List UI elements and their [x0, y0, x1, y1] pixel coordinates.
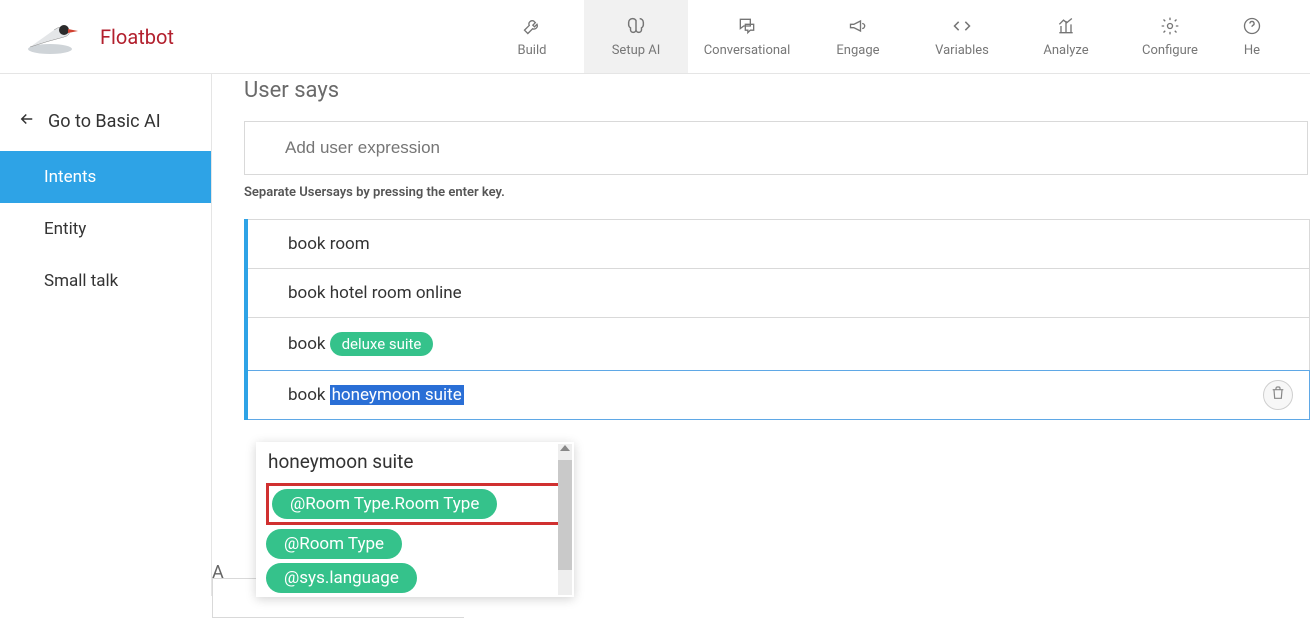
nav-label: Engage [836, 43, 879, 58]
sidebar-item-entity[interactable]: Entity [0, 203, 211, 255]
wrench-icon [522, 15, 542, 37]
arrow-left-icon [18, 110, 36, 133]
nav-help[interactable]: He [1222, 0, 1282, 73]
help-icon [1242, 15, 1262, 37]
entity-dropdown: honeymoon suite @Room Type.Room Type @Ro… [256, 442, 574, 597]
nav-label: Conversational [704, 43, 791, 58]
usersays-list: book room book hotel room online book de… [244, 219, 1310, 420]
scrollbar-thumb[interactable] [558, 460, 572, 570]
header: Floatbot Build Setup AI Conversational E… [0, 0, 1310, 74]
brand-logo [20, 17, 80, 57]
code-icon [951, 15, 973, 37]
brand: Floatbot [0, 0, 480, 73]
back-link[interactable]: Go to Basic AI [0, 104, 211, 151]
usersay-row[interactable]: book deluxe suite [248, 317, 1310, 371]
sidebar-item-label: Intents [44, 167, 96, 187]
nav-engage[interactable]: Engage [806, 0, 910, 73]
sidebar-item-intents[interactable]: Intents [0, 151, 211, 203]
nav-label: Build [518, 43, 547, 58]
usersay-row[interactable]: book room [248, 219, 1310, 269]
gear-icon [1160, 15, 1180, 37]
usersay-row[interactable]: book hotel room online [248, 268, 1310, 318]
nav-build[interactable]: Build [480, 0, 584, 73]
section-title: User says [244, 78, 1310, 103]
nav-label: Configure [1142, 43, 1198, 58]
hint-text: Separate Usersays by pressing the enter … [244, 185, 1310, 200]
add-expression-input[interactable] [244, 121, 1308, 175]
nav-label: Setup AI [612, 43, 661, 58]
chat-icon [736, 15, 758, 37]
nav-label: He [1244, 43, 1260, 58]
sidebar-item-label: Small talk [44, 271, 118, 291]
megaphone-icon [847, 15, 869, 37]
usersay-prefix: book [288, 385, 326, 405]
brain-icon [625, 15, 647, 37]
usersay-prefix: book [288, 334, 326, 354]
chart-icon [1056, 15, 1076, 37]
nav-setup-ai[interactable]: Setup AI [584, 0, 688, 73]
nav-conversational[interactable]: Conversational [688, 0, 806, 73]
usersay-text: book hotel room online [288, 283, 462, 303]
entity-chip[interactable]: deluxe suite [330, 332, 434, 356]
scroll-up-icon[interactable] [560, 445, 570, 451]
usersay-text: book room [288, 234, 370, 254]
dropdown-item[interactable]: @sys.language [266, 563, 564, 593]
dropdown-item-highlighted[interactable]: @Room Type.Room Type [266, 483, 564, 525]
sidebar-item-label: Entity [44, 219, 86, 239]
entity-option[interactable]: @Room Type [266, 529, 402, 559]
nav-variables[interactable]: Variables [910, 0, 1014, 73]
sidebar: Go to Basic AI Intents Entity Small talk [0, 74, 212, 596]
entity-option[interactable]: @sys.language [266, 563, 417, 593]
back-label: Go to Basic AI [48, 111, 161, 132]
top-nav: Build Setup AI Conversational Engage Var… [480, 0, 1282, 73]
nav-analyze[interactable]: Analyze [1014, 0, 1118, 73]
nav-label: Variables [935, 43, 989, 58]
dropdown-heading: honeymoon suite [256, 442, 574, 479]
entity-option[interactable]: @Room Type.Room Type [272, 489, 497, 519]
selected-text[interactable]: honeymoon suite [330, 385, 464, 405]
dropdown-item[interactable]: @Room Type [266, 529, 564, 559]
sidebar-item-smalltalk[interactable]: Small talk [0, 255, 211, 307]
nav-configure[interactable]: Configure [1118, 0, 1222, 73]
nav-label: Analyze [1043, 43, 1088, 58]
usersay-row-active[interactable]: book honeymoon suite [248, 370, 1310, 420]
brand-name: Floatbot [100, 25, 174, 49]
trash-icon [1270, 385, 1286, 406]
delete-button[interactable] [1263, 380, 1293, 410]
